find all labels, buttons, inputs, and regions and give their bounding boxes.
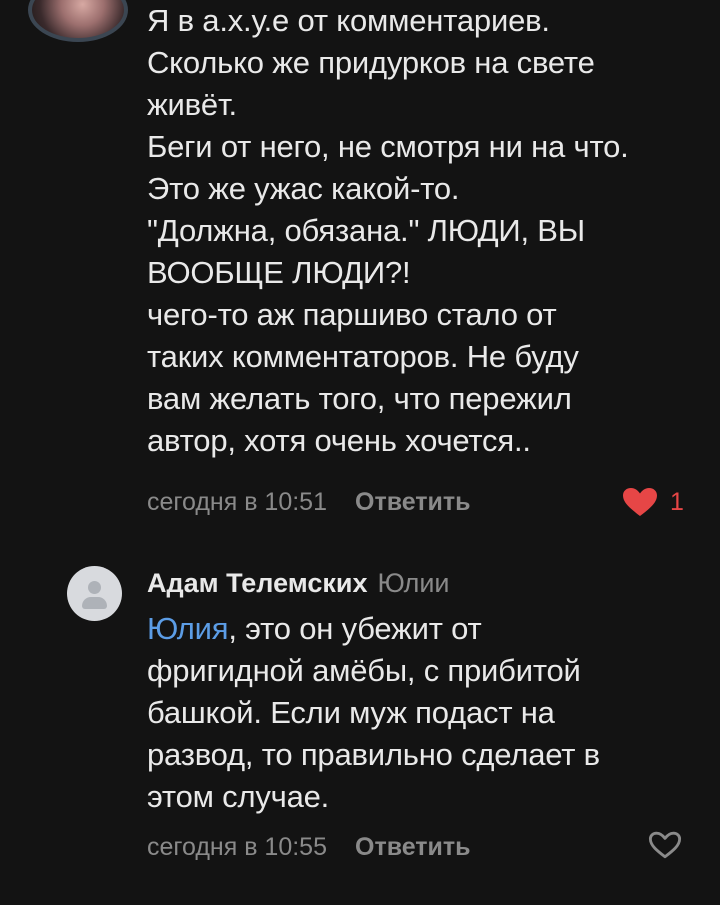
reply-to-name[interactable]: Юлии (378, 568, 450, 598)
comment-line: живёт. (147, 87, 237, 122)
commenter-avatar[interactable] (67, 566, 122, 621)
comment-line: "Должна, обязана." ЛЮДИ, ВЫ (147, 213, 585, 248)
reply-button[interactable]: Ответить (355, 833, 471, 861)
comment-line: автор, хотя очень хочется.. (147, 423, 531, 458)
comment-line: чего-то аж паршиво стало от (147, 297, 557, 332)
comment-line: Сколько же придурков на свете (147, 45, 595, 80)
reply-button[interactable]: Ответить (355, 488, 471, 516)
comment-text: Я в а.х.у.е от комментариев. Сколько же … (147, 0, 629, 462)
comment-timestamp: сегодня в 10:51 (147, 488, 327, 516)
comment-timestamp: сегодня в 10:55 (147, 833, 327, 861)
comment-line: Беги от него, не смотря ни на что. (147, 129, 629, 164)
commenter-avatar[interactable] (28, 0, 128, 42)
comment-line: таких комментаторов. Не буду (147, 339, 579, 374)
like-count: 1 (670, 487, 684, 516)
comment-line: вам желать того, что пережил (147, 381, 572, 416)
comment-line: развод, то правильно сделает в (147, 737, 600, 772)
like-button[interactable] (648, 830, 682, 860)
comment-meta: сегодня в 10:51 Ответить (147, 488, 471, 517)
comment-line: этом случае. (147, 779, 330, 814)
comment-line: Это же ужас какой-то. (147, 171, 460, 206)
comment-line: Юлия, это он убежит от (147, 608, 600, 650)
comment-line-rest: , это он убежит от (228, 611, 482, 646)
comment-text: Юлия, это он убежит от фригидной амёбы, … (147, 608, 600, 818)
mention-link[interactable]: Юлия (147, 611, 229, 646)
heart-filled-icon (623, 488, 657, 516)
author-name[interactable]: Адам Телемских (147, 568, 368, 598)
comment-line: ВООБЩЕ ЛЮДИ?! (147, 255, 411, 290)
like-button[interactable]: 1 (622, 487, 684, 517)
comment-meta: сегодня в 10:55 Ответить (147, 833, 471, 862)
heart-outline-icon (648, 831, 682, 859)
comment-line: Я в а.х.у.е от комментариев. (147, 3, 550, 38)
comment-header: Адам Телемских Юлии (147, 568, 450, 599)
comment-line: фригидной амёбы, с прибитой (147, 653, 581, 688)
comment-line: башкой. Если муж подаст на (147, 695, 555, 730)
